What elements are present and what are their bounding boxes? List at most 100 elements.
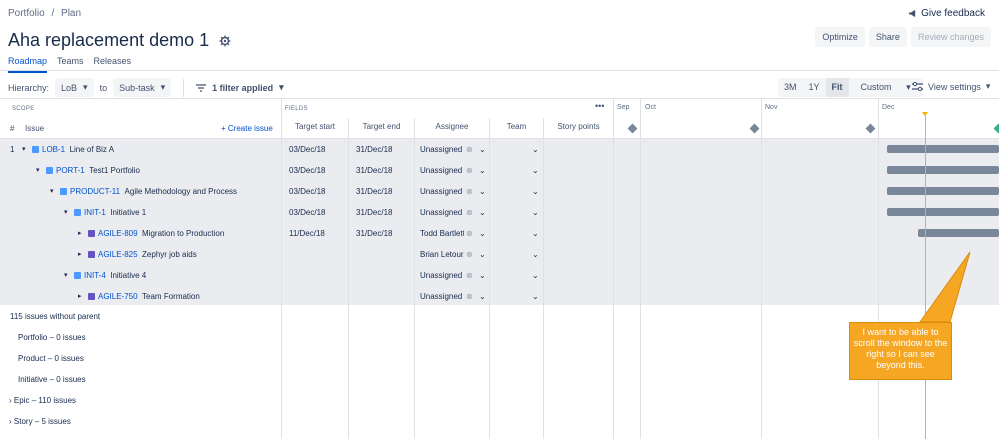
breadcrumb-portfolio[interactable]: Portfolio xyxy=(8,8,45,19)
timeline-bar[interactable] xyxy=(887,166,999,174)
assignee-cell[interactable]: Brian Letour... xyxy=(420,250,464,259)
clear-icon[interactable]: ⊗ xyxy=(466,187,473,196)
issue-key[interactable]: INIT-1 xyxy=(84,208,106,217)
target-end-cell[interactable]: 31/Dec/18 xyxy=(356,229,392,238)
target-end-cell[interactable]: 31/Dec/18 xyxy=(356,187,392,196)
chevron-down-icon[interactable]: ⌄ xyxy=(532,145,539,154)
issue-key[interactable]: PORT-1 xyxy=(56,166,85,175)
target-end-cell[interactable]: 31/Dec/18 xyxy=(356,166,392,175)
assignee-cell[interactable]: Unassigned xyxy=(420,187,464,196)
table-row[interactable]: ▾ INIT-1 Initiative 1 03/Dec/18 31/Dec/18 Un… xyxy=(0,202,999,223)
column-num-header: # xyxy=(10,124,15,133)
issue-key[interactable]: AGILE-809 xyxy=(98,229,138,238)
zoom-1y-button[interactable]: 1Y xyxy=(803,78,826,97)
issue-key[interactable]: PRODUCT-11 xyxy=(70,187,120,196)
clear-icon[interactable]: ⊗ xyxy=(466,145,473,154)
table-row[interactable]: ▸ AGILE-750 Team Formation Unassigned ⊗ ⌄ ⌄ xyxy=(0,286,999,307)
target-end-cell[interactable]: 31/Dec/18 xyxy=(356,145,392,154)
table-row[interactable]: ▾ PORT-1 Test1 Portfolio 03/Dec/18 31/Dec/1… xyxy=(0,160,999,181)
issue-key[interactable]: LOB-1 xyxy=(42,145,65,154)
table-row[interactable]: ▸ AGILE-825 Zephyr job aids Brian Letour..… xyxy=(0,244,999,265)
assignee-cell[interactable]: Unassigned xyxy=(420,166,464,175)
chevron-right-icon[interactable]: ▸ xyxy=(78,292,82,300)
group-portfolio[interactable]: Portfolio – 0 issues xyxy=(18,333,299,342)
table-row[interactable]: ▾ PRODUCT-11 Agile Methodology and Proces… xyxy=(0,181,999,202)
target-start-cell[interactable]: 03/Dec/18 xyxy=(289,145,325,154)
timeline-bar[interactable] xyxy=(887,208,999,216)
chevron-down-icon[interactable]: ⌄ xyxy=(479,229,486,238)
chevron-down-icon[interactable]: ▾ xyxy=(50,187,54,195)
clear-icon[interactable]: ⊗ xyxy=(466,271,473,280)
table-row[interactable]: ▸ AGILE-809 Migration to Production 11/Dec… xyxy=(0,223,999,244)
chevron-right-icon[interactable]: ▸ xyxy=(78,250,82,258)
chevron-down-icon[interactable]: ⌄ xyxy=(479,208,486,217)
timeline-bar[interactable] xyxy=(887,145,999,153)
column-assignee-header[interactable]: Assignee xyxy=(415,122,489,131)
chevron-down-icon[interactable]: ⌄ xyxy=(532,208,539,217)
chevron-down-icon[interactable]: ⌄ xyxy=(479,250,486,259)
target-start-cell[interactable]: 03/Dec/18 xyxy=(289,208,325,217)
share-button[interactable]: Share xyxy=(868,27,907,47)
chevron-down-icon[interactable]: ⌄ xyxy=(532,250,539,259)
group-story[interactable]: › Story – 5 issues xyxy=(9,417,290,426)
clear-icon[interactable]: ⊗ xyxy=(466,292,473,301)
give-feedback-button[interactable]: Give feedback xyxy=(908,8,985,19)
view-settings-button[interactable]: View settings ▾ xyxy=(912,81,990,92)
group-initiative[interactable]: Initiative – 0 issues xyxy=(18,375,299,384)
more-options-icon[interactable]: ••• xyxy=(595,101,604,111)
gear-icon[interactable] xyxy=(219,35,231,47)
chevron-down-icon[interactable]: ⌄ xyxy=(532,166,539,175)
issue-cell: PORT-1 Test1 Portfolio xyxy=(46,166,140,175)
zoom-fit-button[interactable]: Fit xyxy=(825,78,849,97)
breadcrumb-plan[interactable]: Plan xyxy=(61,8,81,19)
target-start-cell[interactable]: 03/Dec/18 xyxy=(289,166,325,175)
chevron-down-icon[interactable]: ⌄ xyxy=(532,271,539,280)
column-target-end-header[interactable]: Target end xyxy=(349,122,414,131)
hierarchy-to-select[interactable]: Sub-task ▾ xyxy=(113,78,172,97)
optimize-button[interactable]: Optimize xyxy=(815,27,865,47)
target-end-cell[interactable]: 31/Dec/18 xyxy=(356,208,392,217)
group-product[interactable]: Product – 0 issues xyxy=(18,354,299,363)
column-story-points-header[interactable]: Story points xyxy=(544,122,613,131)
issue-key[interactable]: AGILE-825 xyxy=(98,250,138,259)
chevron-down-icon[interactable]: ▾ xyxy=(36,166,40,174)
assignee-cell[interactable]: Unassigned xyxy=(420,271,464,280)
hierarchy-from-select[interactable]: LoB ▾ xyxy=(55,78,94,97)
timeline-bar[interactable] xyxy=(918,229,999,237)
zoom-3m-button[interactable]: 3M xyxy=(778,78,803,97)
column-team-header[interactable]: Team xyxy=(490,122,543,131)
assignee-cell[interactable]: Todd Bartlett xyxy=(420,229,464,238)
timeline-bar[interactable] xyxy=(887,187,999,195)
chevron-down-icon[interactable]: ⌄ xyxy=(479,271,486,280)
table-row[interactable]: ▾ INIT-4 Initiative 4 Unassigned ⊗ ⌄ ⌄ xyxy=(0,265,999,286)
chevron-down-icon[interactable]: ⌄ xyxy=(532,229,539,238)
review-changes-button[interactable]: Review changes xyxy=(910,27,991,47)
clear-icon[interactable]: ⊗ xyxy=(466,250,473,259)
clear-icon[interactable]: ⊗ xyxy=(466,229,473,238)
table-row[interactable]: 1 ▾ LOB-1 Line of Biz A 03/Dec/18 31/Dec/18 U… xyxy=(0,139,999,160)
chevron-down-icon[interactable]: ⌄ xyxy=(532,187,539,196)
chevron-down-icon[interactable]: ⌄ xyxy=(532,292,539,301)
chevron-down-icon[interactable]: ⌄ xyxy=(479,187,486,196)
clear-icon[interactable]: ⊗ xyxy=(466,208,473,217)
group-epic[interactable]: › Epic – 110 issues xyxy=(9,396,290,405)
target-start-cell[interactable]: 03/Dec/18 xyxy=(289,187,325,196)
create-issue-button[interactable]: + Create issue xyxy=(221,124,273,133)
filter-button[interactable]: 1 filter applied ▾ xyxy=(196,82,284,93)
chevron-right-icon[interactable]: ▸ xyxy=(78,229,82,237)
chevron-down-icon[interactable]: ▾ xyxy=(64,271,68,279)
column-target-start-header[interactable]: Target start xyxy=(282,122,348,131)
chevron-down-icon[interactable]: ▾ xyxy=(64,208,68,216)
assignee-cell[interactable]: Unassigned xyxy=(420,208,464,217)
chevron-down-icon[interactable]: ▾ xyxy=(22,145,26,153)
chevron-down-icon[interactable]: ⌄ xyxy=(479,145,486,154)
target-start-cell[interactable]: 11/Dec/18 xyxy=(289,229,325,238)
issue-key[interactable]: AGILE-750 xyxy=(98,292,138,301)
clear-icon[interactable]: ⊗ xyxy=(466,166,473,175)
issue-key[interactable]: INIT-4 xyxy=(84,271,106,280)
chevron-down-icon[interactable]: ⌄ xyxy=(479,166,486,175)
assignee-cell[interactable]: Unassigned xyxy=(420,145,464,154)
chevron-down-icon[interactable]: ⌄ xyxy=(479,292,486,301)
assignee-cell[interactable]: Unassigned xyxy=(420,292,464,301)
toolbar-divider xyxy=(183,78,185,97)
